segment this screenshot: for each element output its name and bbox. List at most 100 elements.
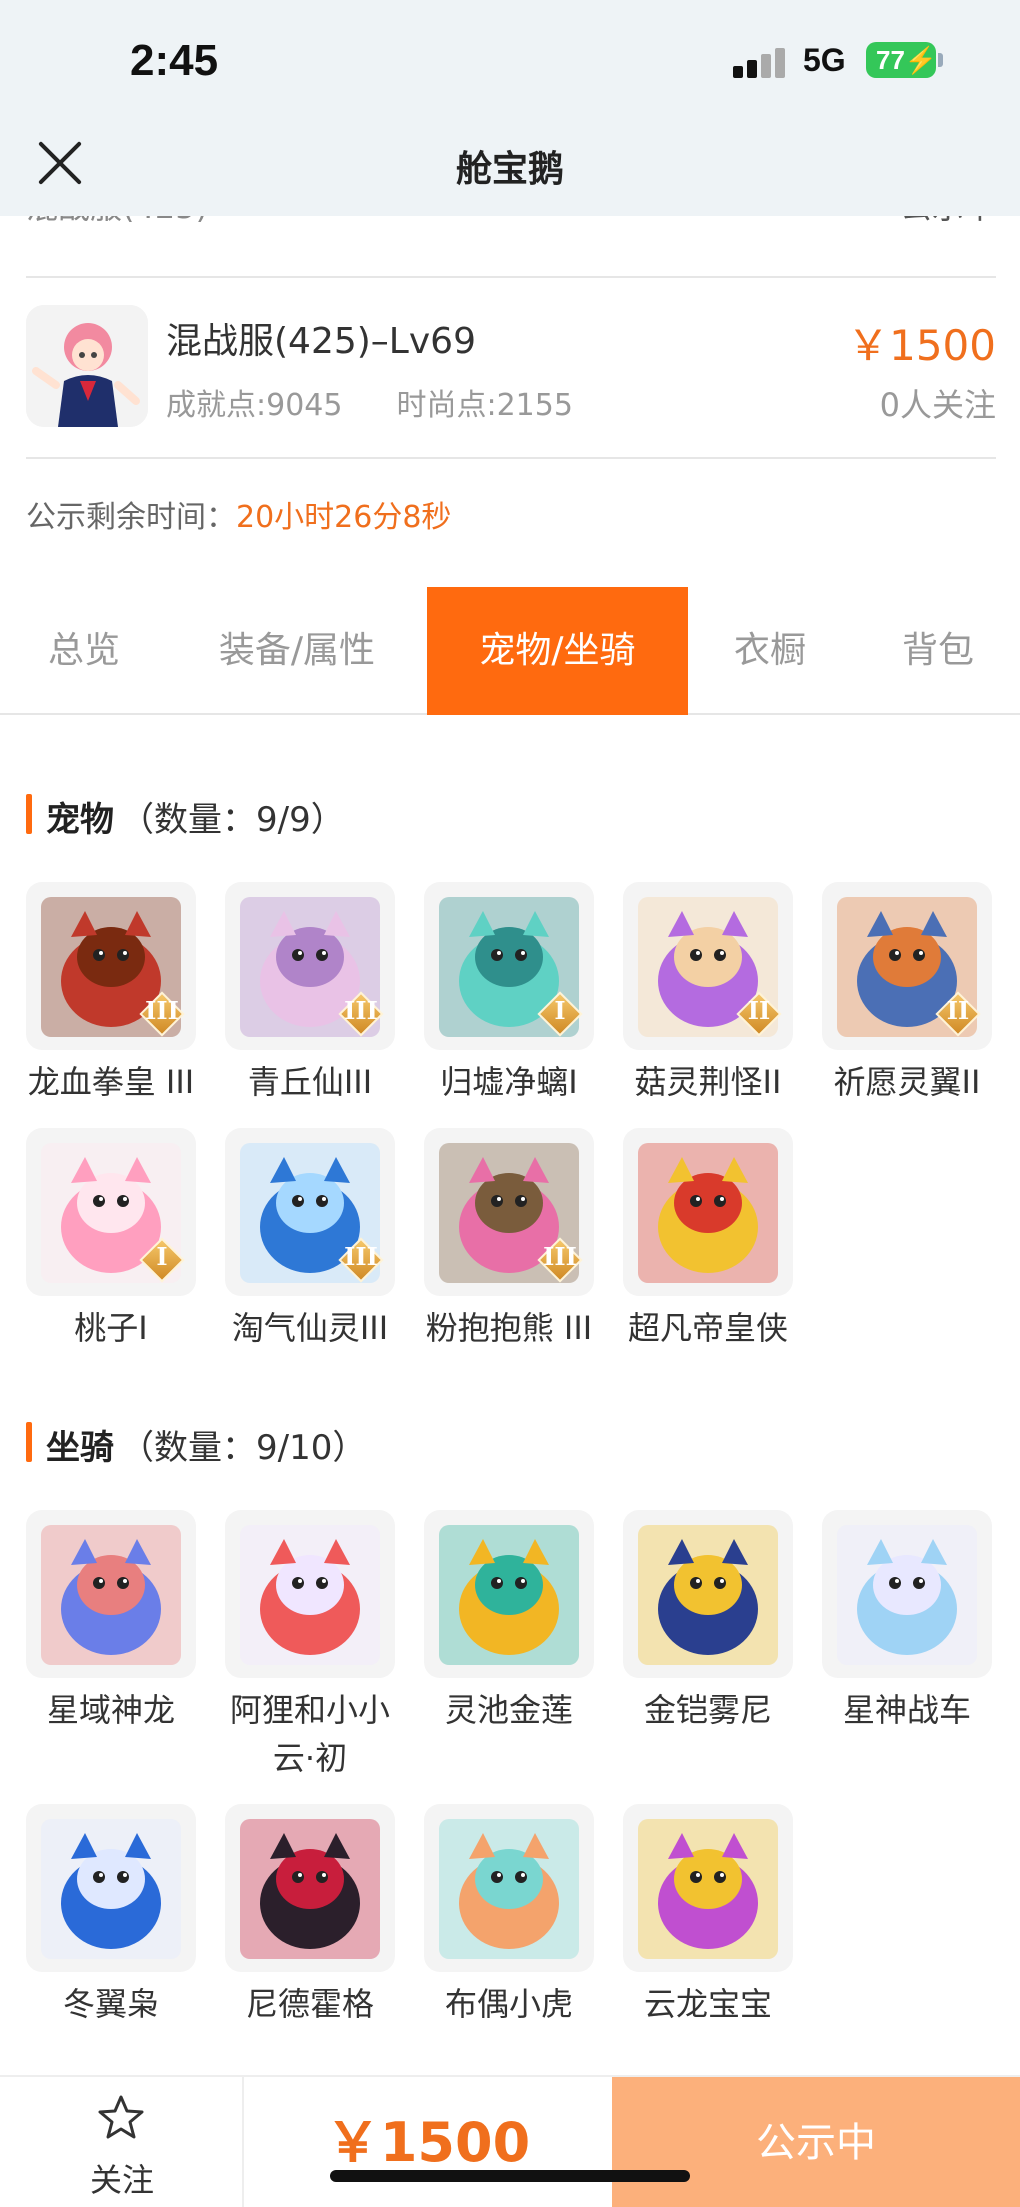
pet-name: 淘气仙灵III [231,1309,389,1347]
rank-badge-text: III [145,996,179,1025]
divider [26,276,996,278]
mount-image [41,1525,181,1665]
battery-level: 77 [876,45,905,75]
item-title: 混战服(425)–Lv69 [166,321,476,362]
mount-name: 尼德霍格 [245,1985,374,2023]
public-time-row: 公示剩余时间：20小时26分8秒 [26,492,451,536]
rank-badge-text: II [946,996,970,1025]
mount-image [837,1525,977,1665]
home-indicator [330,2170,690,2182]
rank-badge-icon: III [338,1237,384,1283]
mount-name: 星神战车 [842,1691,971,1729]
public-time-label: 公示剩余时间： [26,500,236,535]
status-time: 2:45 [130,36,219,85]
mount-image [638,1525,778,1665]
rank-badge-icon: III [338,991,384,1037]
rank-badge-icon: I [139,1237,185,1283]
section-accent [26,1422,32,1462]
pets-title: 宠物 [46,800,114,840]
page: 2:45 5G 77⚡ 舱宝鹅 混战服(425) 公示中 混战服(425 [0,0,1020,2207]
pet-card[interactable]: III [26,882,196,1050]
pet-name: 归墟净螭I [440,1063,578,1101]
pet-name: 粉抱抱熊 III [425,1309,593,1347]
pet-name: 桃子I [74,1309,148,1347]
pet-card[interactable]: II [623,882,793,1050]
follow-label: 关注 [89,2161,154,2199]
public-time-value: 20小时26分8秒 [236,500,452,535]
pet-card[interactable]: III [225,1128,395,1296]
rank-badge-icon: II [736,991,782,1037]
pet-card[interactable]: I [26,1128,196,1296]
rank-badge-icon: II [935,991,981,1037]
rank-badge-text: II [747,996,771,1025]
rank-badge-text: III [344,996,378,1025]
pet-name: 青丘仙III [247,1063,373,1101]
network-label: 5G [803,42,846,78]
status-button[interactable]: 公示中 [612,2077,1020,2207]
pet-card[interactable]: III [424,1128,594,1296]
mount-card[interactable] [623,1510,793,1678]
tab-pets-mounts[interactable]: 宠物/坐骑 [427,587,688,715]
mount-card[interactable] [424,1510,594,1678]
top-bar: 2:45 5G 77⚡ 舱宝鹅 [0,0,1020,216]
pet-card[interactable]: II [822,882,992,1050]
mount-name: 冬翼枭 [62,1985,159,2023]
mount-card[interactable] [26,1804,196,1972]
rank-badge-text: I [156,1242,168,1271]
rank-badge-icon: III [139,991,185,1037]
rank-badge-icon: III [537,1237,583,1283]
tab-backpack[interactable]: 背包 [880,587,996,715]
battery-tip [938,53,943,67]
pet-card[interactable]: III [225,882,395,1050]
mounts-count: （数量：9/10） [120,1428,367,1468]
mount-image [638,1819,778,1959]
pet-image [638,1143,778,1283]
mount-image [439,1819,579,1959]
fashion-points: 时尚点:2155 [396,388,573,423]
follow-button[interactable]: 关注 [0,2077,244,2207]
tab-equipment[interactable]: 装备/属性 [190,587,404,715]
rank-badge-text: III [543,1242,577,1271]
mount-card[interactable] [822,1510,992,1678]
mount-name: 布偶小虎 [444,1985,573,2023]
mount-name: 金铠雾尼 [643,1691,772,1729]
mount-card[interactable] [424,1804,594,1972]
pet-name: 龙血拳皇 III [27,1063,195,1101]
section-accent [26,794,32,834]
rank-badge-icon: I [537,991,583,1037]
item-price: ￥1500 [847,321,996,370]
pets-count: （数量：9/9） [120,800,345,840]
pet-name: 菇灵荆怪II [634,1063,782,1101]
character-avatar[interactable] [26,305,148,427]
mount-name: 阿狸和小小云·初 [229,1691,390,1777]
mount-name: 云龙宝宝 [643,1985,772,2023]
mount-name: 灵池金莲 [444,1691,573,1729]
page-title: 舱宝鹅 [455,149,564,190]
rank-badge-text: I [554,996,566,1025]
bottom-bar: 关注 ￥1500 公示中 [0,2075,1020,2207]
mount-card[interactable] [623,1804,793,1972]
pet-card[interactable] [623,1128,793,1296]
pet-card[interactable]: I [424,882,594,1050]
bottom-price: ￥1500 [325,2111,531,2174]
mount-card[interactable] [225,1510,395,1678]
mount-image [240,1525,380,1665]
tab-wardrobe[interactable]: 衣橱 [712,587,828,715]
tab-overview[interactable]: 总览 [20,587,148,715]
mount-image [439,1525,579,1665]
mount-image [41,1819,181,1959]
pet-name: 超凡帝皇侠 [627,1309,788,1347]
mount-image [240,1819,380,1959]
tab-bar: 总览 装备/属性 宠物/坐骑 衣橱 背包 [0,587,1020,715]
star-icon [98,2095,144,2139]
follower-count: 0人关注 [879,386,996,424]
mount-name: 星域神龙 [46,1691,175,1729]
pet-name: 祈愿灵翼II [833,1063,981,1101]
mount-card[interactable] [225,1804,395,1972]
rank-badge-text: III [344,1242,378,1271]
achievement-points: 成就点:9045 [166,388,343,423]
divider [26,457,996,459]
signal-icon [733,48,789,78]
mount-card[interactable] [26,1510,196,1678]
mounts-title: 坐骑 [46,1428,114,1468]
